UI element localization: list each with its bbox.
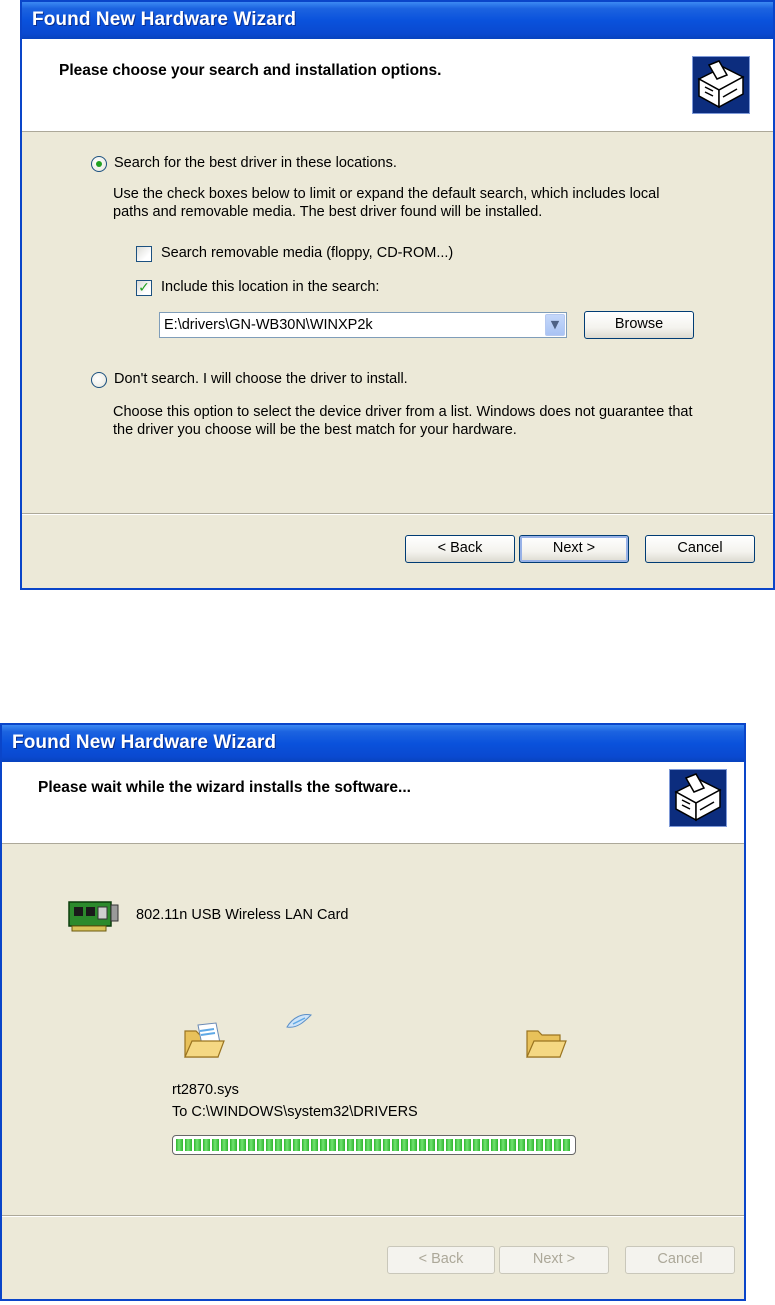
back-button[interactable]: < Back [405,535,515,563]
header-title: Please choose your search and installati… [59,62,442,79]
manual-choose-label[interactable]: Don't search. I will choose the driver t… [114,371,408,388]
browse-button[interactable]: Browse [584,311,694,339]
progress-fill [176,1139,572,1151]
wizard-window-search-options: Found New Hardware Wizard Please choose … [20,0,775,590]
location-value[interactable]: E:\drivers\GN-WB30N\WINXP2k [164,317,373,333]
wizard-body: Search for the best driver in these loca… [22,132,773,513]
network-card-icon [68,899,120,935]
device-name: 802.11n USB Wireless LAN Card [136,907,349,923]
search-best-driver-radio[interactable] [91,156,107,172]
wizard-header: Please wait while the wizard installs th… [2,762,744,844]
removable-media-label[interactable]: Search removable media (floppy, CD-ROM..… [161,245,453,262]
source-folder-icon [182,1021,226,1061]
search-description-line2: paths and removable media. The best driv… [113,204,543,220]
wizard-body: 802.11n USB Wireless LAN Card rt2870.sys… [2,844,744,1216]
header-title: Please wait while the wizard installs th… [38,779,411,796]
wizard-header: Please choose your search and installati… [22,39,773,132]
manual-description-line1: Choose this option to select the device … [113,404,693,420]
hardware-wizard-icon [692,56,750,114]
wizard-window-installing: Found New Hardware Wizard Please wait wh… [0,723,746,1301]
chevron-down-icon[interactable]: ▼ [545,314,565,336]
back-button[interactable]: < Back [387,1246,495,1274]
include-location-label[interactable]: Include this location in the search: [161,279,379,296]
install-progress-bar [172,1135,576,1155]
title-bar[interactable]: Found New Hardware Wizard [2,725,744,762]
manual-description-line2: the driver you choose will be the best m… [113,422,517,438]
file-name: rt2870.sys [172,1082,239,1098]
removable-media-checkbox[interactable] [136,246,152,262]
title-bar[interactable]: Found New Hardware Wizard [22,2,773,39]
wizard-footer: < Back Next > Cancel [2,1215,744,1299]
search-best-driver-label[interactable]: Search for the best driver in these loca… [114,155,397,172]
location-combobox[interactable]: E:\drivers\GN-WB30N\WINXP2k ▼ [159,312,567,338]
checkmark-icon: ✓ [138,280,150,296]
next-button[interactable]: Next > [519,535,629,563]
next-button[interactable]: Next > [499,1246,609,1274]
destination-path: To C:\WINDOWS\system32\DRIVERS [172,1104,418,1120]
flying-paper-icon [285,1011,313,1033]
include-location-checkbox[interactable]: ✓ [136,280,152,296]
search-description-line1: Use the check boxes below to limit or ex… [113,186,660,202]
cancel-button[interactable]: Cancel [625,1246,735,1274]
hardware-wizard-icon [669,769,727,827]
manual-choose-radio[interactable] [91,372,107,388]
cancel-button[interactable]: Cancel [645,535,755,563]
wizard-footer: < Back Next > Cancel [22,513,773,588]
destination-folder-icon [524,1021,568,1061]
